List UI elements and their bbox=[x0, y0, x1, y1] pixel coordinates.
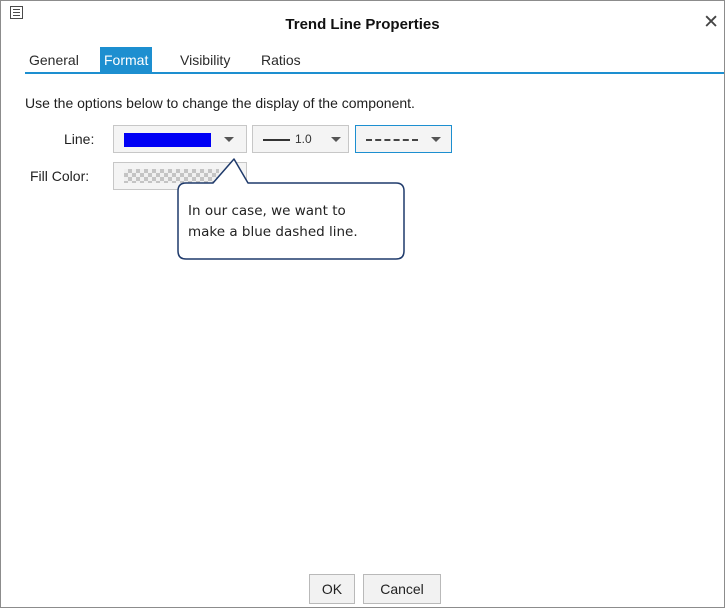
instructions-text: Use the options below to change the disp… bbox=[25, 95, 415, 111]
line-weight-sample bbox=[263, 139, 290, 141]
fill-color-label: Fill Color: bbox=[30, 168, 90, 184]
tab-format[interactable]: Format bbox=[100, 47, 153, 73]
title-bar: Trend Line Properties ✕ bbox=[1, 1, 724, 33]
chevron-down-icon bbox=[331, 137, 341, 142]
tab-underline bbox=[25, 72, 724, 74]
tab-general[interactable]: General bbox=[25, 47, 83, 73]
line-style-dropdown[interactable] bbox=[355, 125, 452, 153]
line-label: Line: bbox=[64, 131, 95, 147]
dashed-line-sample bbox=[366, 139, 418, 141]
cancel-button[interactable]: Cancel bbox=[363, 574, 441, 604]
chevron-down-icon bbox=[431, 137, 441, 142]
dialog-title: Trend Line Properties bbox=[285, 16, 440, 33]
ok-button[interactable]: OK bbox=[309, 574, 355, 604]
callout-line-1: In our case, we want to bbox=[188, 203, 346, 219]
line-weight-value: 1.0 bbox=[295, 132, 312, 146]
callout-text: In our case, we want to make a blue dash… bbox=[188, 201, 398, 243]
tab-visibility[interactable]: Visibility bbox=[176, 47, 234, 73]
close-icon[interactable]: ✕ bbox=[703, 13, 719, 32]
chevron-down-icon bbox=[224, 137, 234, 142]
line-color-swatch bbox=[124, 133, 211, 147]
line-weight-dropdown[interactable]: 1.0 bbox=[252, 125, 349, 153]
trend-line-properties-dialog: Trend Line Properties ✕ General Format V… bbox=[0, 0, 725, 608]
callout-line-2: make a blue dashed line. bbox=[188, 224, 358, 240]
tab-ratios[interactable]: Ratios bbox=[257, 47, 305, 73]
line-color-picker[interactable] bbox=[113, 125, 247, 153]
